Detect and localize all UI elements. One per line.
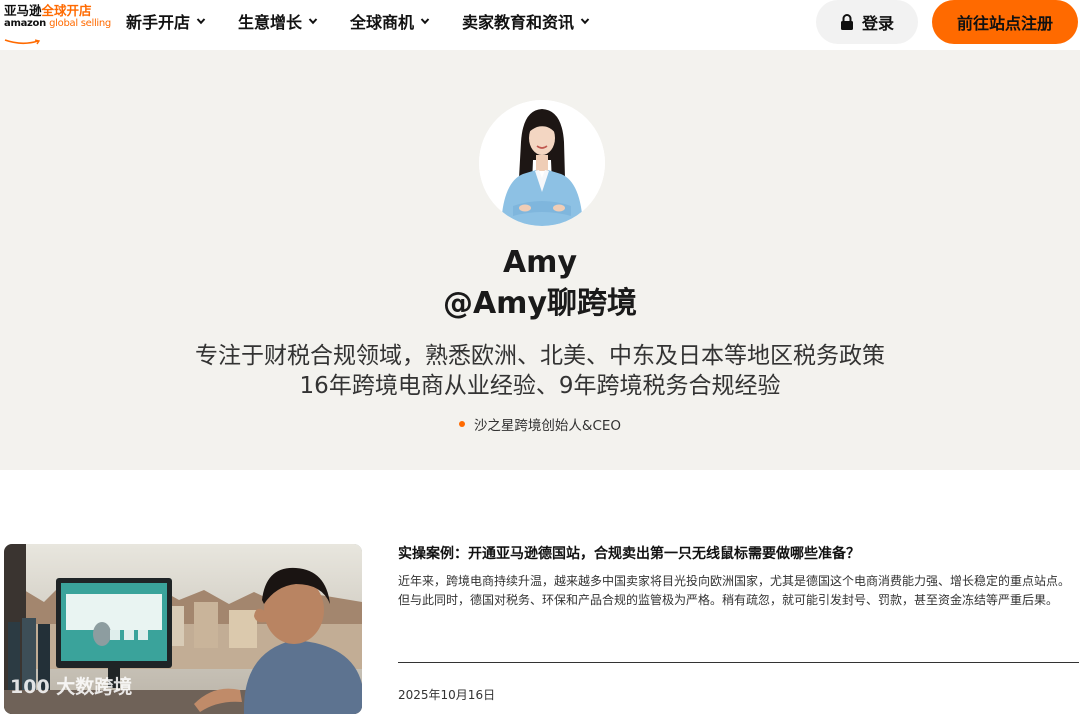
chevron-down-icon bbox=[580, 18, 590, 25]
amazon-global-selling-logo[interactable]: 亚马逊全球开店 amazon global selling bbox=[4, 3, 111, 45]
author-bio-line-1: 专注于财税合规领域，熟悉欧洲、北美、中东及日本等地区税务政策 bbox=[195, 343, 885, 369]
author-bio-line-2: 16年跨境电商从业经验、9年跨境税务合规经验 bbox=[299, 373, 781, 399]
author-profile-section: Amy @Amy聊跨境 专注于财税合规领域，熟悉欧洲、北美、中东及日本等地区税务… bbox=[0, 50, 1080, 470]
chevron-down-icon bbox=[420, 18, 430, 25]
amazon-smile-icon bbox=[4, 39, 41, 45]
bullet-dot-icon bbox=[458, 421, 465, 427]
watermark-text: 100 大数跨境 bbox=[10, 676, 133, 698]
author-handle: @Amy聊跨境 bbox=[442, 286, 638, 321]
nav-business-growth[interactable]: 生意增长 bbox=[238, 0, 318, 42]
author-name: Amy bbox=[502, 245, 578, 280]
article-excerpt: 近年来，跨境电商持续升温，越来越多中国卖家将目光投向欧洲国家，尤其是德国这个电商… bbox=[398, 574, 1071, 607]
logo-en-text: amazon global selling bbox=[4, 18, 111, 29]
register-site-button[interactable]: 前往站点注册 bbox=[932, 0, 1078, 44]
nav-global-opportunities[interactable]: 全球商机 bbox=[350, 0, 430, 42]
article-date: 2025年10月16日 bbox=[398, 688, 496, 702]
author-avatar bbox=[479, 100, 605, 226]
article-thumbnail[interactable]: 100 大数跨境 bbox=[4, 544, 362, 714]
chevron-down-icon bbox=[308, 18, 318, 25]
article-title-link[interactable]: 实操案例：开通亚马逊德国站，合规卖出第一只无线鼠标需要做哪些准备？ bbox=[398, 544, 1078, 564]
login-button[interactable]: 登录 bbox=[816, 0, 918, 44]
article-divider bbox=[398, 662, 1079, 663]
nav-seller-education[interactable]: 卖家教育和资讯 bbox=[462, 0, 590, 42]
nav-new-seller[interactable]: 新手开店 bbox=[126, 0, 206, 42]
site-header: 亚马逊全球开店 amazon global selling 新手开店 生意增长 … bbox=[0, 0, 1080, 50]
author-role: 沙之星跨境创始人&CEO bbox=[0, 414, 1080, 434]
logo-cn-text: 亚马逊全球开店 bbox=[4, 3, 92, 18]
author-portrait-image bbox=[479, 100, 605, 226]
lock-icon bbox=[840, 14, 853, 30]
chevron-down-icon bbox=[196, 18, 206, 25]
